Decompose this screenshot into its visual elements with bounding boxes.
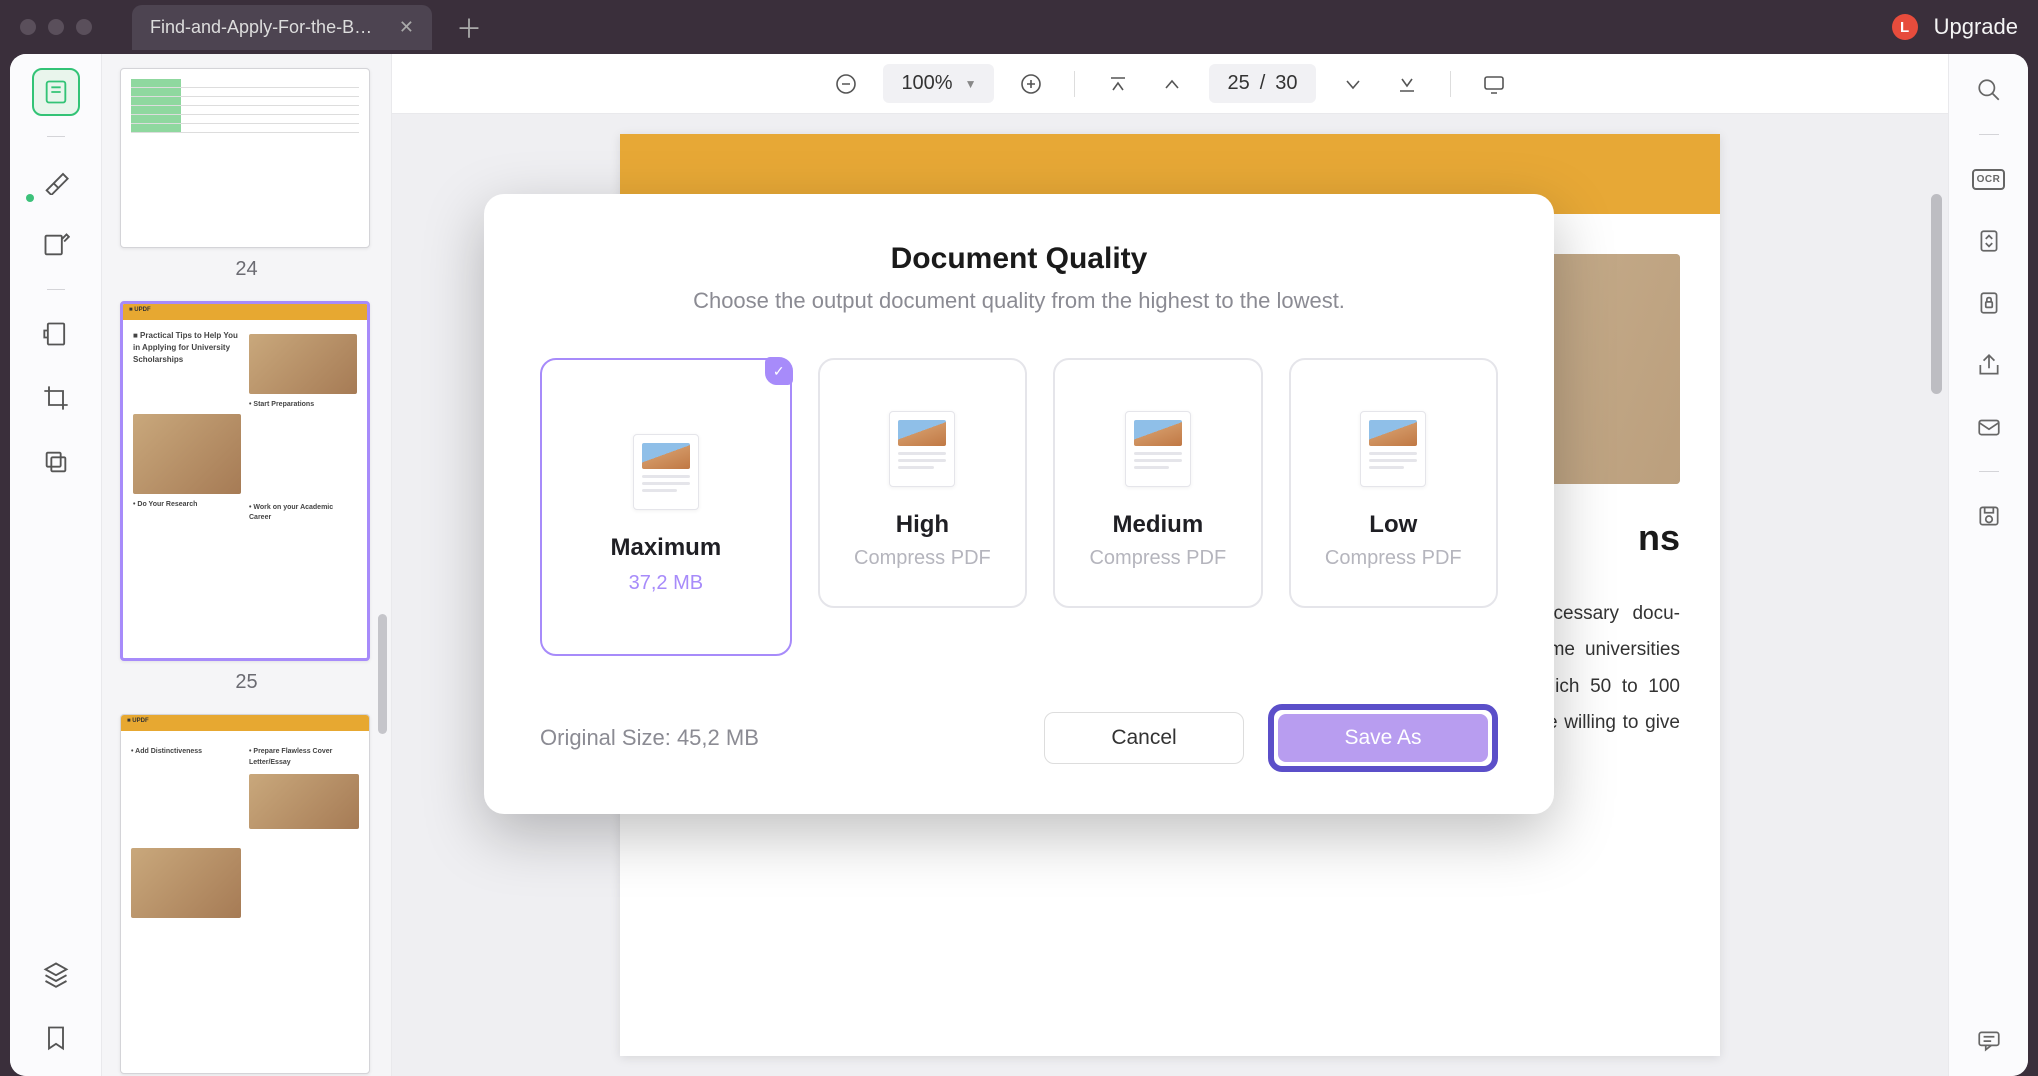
quality-thumb-icon — [1360, 411, 1426, 487]
modal-subtitle: Choose the output document quality from … — [540, 288, 1498, 314]
quality-thumb-icon — [889, 411, 955, 487]
avatar[interactable]: L — [1892, 14, 1918, 40]
new-tab-button[interactable]: ＋ — [456, 9, 482, 46]
original-size-label: Original Size: 45,2 MB — [540, 725, 759, 751]
save-as-button[interactable]: Save As — [1278, 714, 1488, 762]
quality-name: Maximum — [610, 534, 721, 562]
close-tab-icon[interactable]: ✕ — [399, 17, 414, 38]
quality-option-low[interactable]: Low Compress PDF — [1289, 358, 1498, 608]
quality-thumb-icon — [633, 434, 699, 510]
titlebar: Find-and-Apply-For-the-B… ✕ ＋ L Upgrade — [0, 0, 2038, 54]
quality-name: Medium — [1113, 511, 1204, 539]
quality-option-high[interactable]: High Compress PDF — [818, 358, 1027, 608]
cancel-button[interactable]: Cancel — [1044, 712, 1244, 764]
quality-sub: Compress PDF — [854, 547, 991, 570]
app-body: 24 ■ UPDF ■ Practical Tips to Help You i… — [10, 54, 2028, 1076]
check-icon: ✓ — [765, 357, 793, 385]
save-as-highlight: Save As — [1268, 704, 1498, 772]
minimize-window-button[interactable] — [48, 19, 64, 35]
avatar-letter: L — [1900, 19, 1909, 36]
document-tab[interactable]: Find-and-Apply-For-the-B… ✕ — [132, 5, 432, 50]
quality-sub: Compress PDF — [1089, 547, 1226, 570]
modal-title: Document Quality — [540, 242, 1498, 276]
modal-footer: Original Size: 45,2 MB Cancel Save As — [540, 704, 1498, 772]
window-controls — [20, 19, 92, 35]
close-window-button[interactable] — [20, 19, 36, 35]
quality-option-medium[interactable]: Medium Compress PDF — [1053, 358, 1262, 608]
tab-title: Find-and-Apply-For-the-B… — [150, 17, 372, 38]
document-quality-modal: Document Quality Choose the output docum… — [484, 194, 1554, 814]
quality-size: 37,2 MB — [629, 572, 703, 595]
quality-thumb-icon — [1125, 411, 1191, 487]
modal-backdrop: Document Quality Choose the output docum… — [10, 54, 2028, 1076]
quality-sub: Compress PDF — [1325, 547, 1462, 570]
quality-name: High — [896, 511, 949, 539]
titlebar-right: L Upgrade — [1892, 14, 2018, 40]
quality-options: ✓ Maximum 37,2 MB High Compress PDF — [540, 358, 1498, 656]
upgrade-button[interactable]: Upgrade — [1934, 14, 2018, 40]
quality-option-maximum[interactable]: ✓ Maximum 37,2 MB — [540, 358, 792, 656]
maximize-window-button[interactable] — [76, 19, 92, 35]
quality-name: Low — [1369, 511, 1417, 539]
